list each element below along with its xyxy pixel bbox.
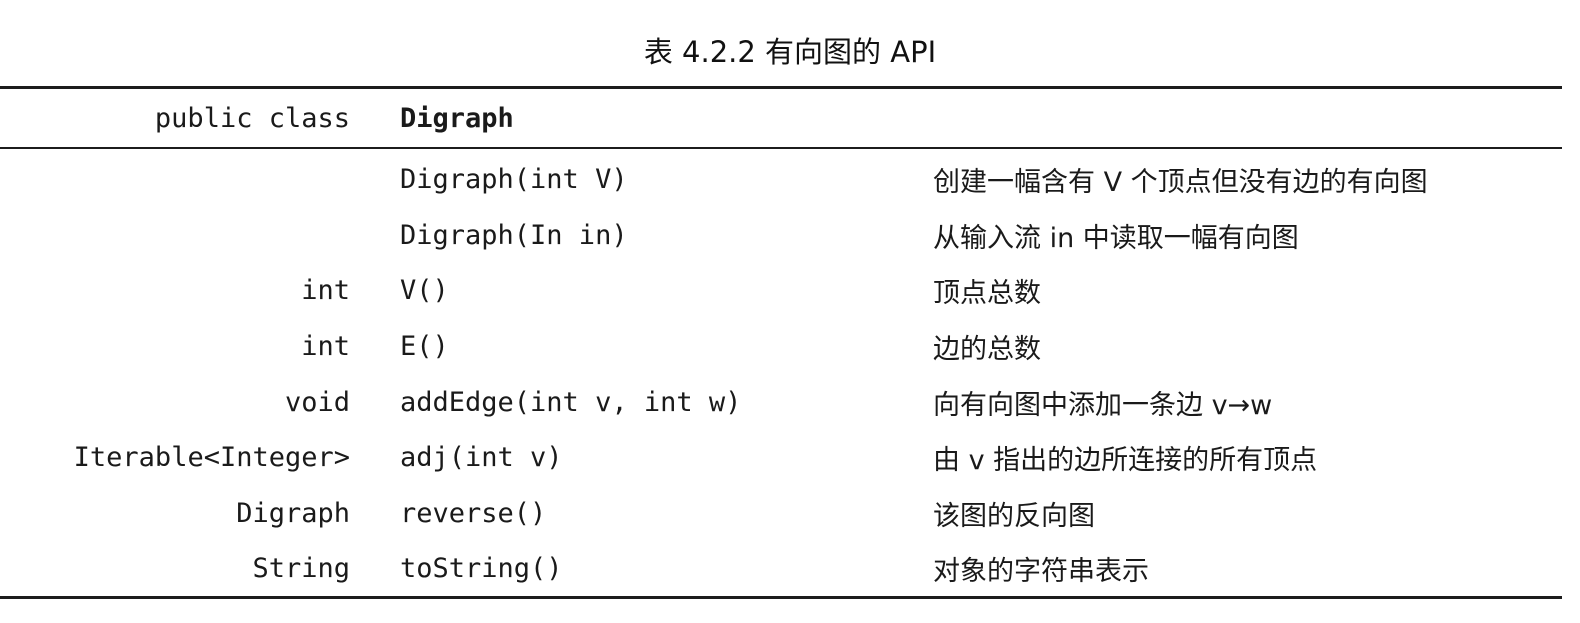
table-row: String toString() 对象的字符串表示	[0, 541, 1562, 597]
return-type	[0, 208, 350, 264]
method-description: 该图的反向图	[933, 500, 1095, 532]
table-row: Digraph(int V) 创建一幅含有 V 个顶点但没有边的有向图	[0, 152, 1562, 208]
method-description: 边的总数	[933, 334, 1041, 366]
method-signature: reverse()	[400, 497, 547, 529]
method-description: 创建一幅含有 V 个顶点但没有边的有向图	[933, 167, 1428, 199]
header-divider	[0, 147, 1562, 149]
class-name: Digraph	[400, 102, 514, 134]
method-signature: Digraph(int V)	[400, 164, 628, 196]
method-signature: V()	[400, 275, 449, 307]
return-type: Iterable<Integer>	[73, 442, 350, 474]
method-signature: addEdge(int v, int w)	[400, 386, 742, 418]
method-description: 顶点总数	[933, 278, 1041, 310]
api-header-row: public class Digraph	[0, 92, 1562, 144]
table-row: void addEdge(int v, int w) 向有向图中添加一条边 v→…	[0, 374, 1562, 430]
method-description: 从输入流 in 中读取一幅有向图	[933, 222, 1299, 254]
method-description: 对象的字符串表示	[933, 556, 1149, 588]
method-description: 由 v 指出的边所连接的所有顶点	[933, 445, 1318, 477]
table-row: Digraph reverse() 该图的反向图	[0, 486, 1562, 542]
table-top-rule	[0, 86, 1562, 89]
return-type	[0, 152, 350, 208]
return-type: int	[301, 275, 350, 307]
class-keyword: public class	[154, 102, 350, 134]
table-row: Digraph(In in) 从输入流 in 中读取一幅有向图	[0, 208, 1562, 264]
table-row: Iterable<Integer> adj(int v) 由 v 指出的边所连接…	[0, 430, 1562, 486]
table-row: int V() 顶点总数	[0, 263, 1562, 319]
table-caption: 表 4.2.2 有向图的 API	[643, 35, 937, 69]
table-bottom-rule	[0, 596, 1562, 599]
method-signature: toString()	[400, 553, 563, 585]
api-method-table: Digraph(int V) 创建一幅含有 V 个顶点但没有边的有向图 Digr…	[0, 152, 1562, 597]
table-row: int E() 边的总数	[0, 319, 1562, 375]
return-type: String	[252, 553, 350, 585]
return-type: int	[301, 331, 350, 363]
method-signature: adj(int v)	[400, 442, 563, 474]
method-signature: E()	[400, 331, 449, 363]
method-signature: Digraph(In in)	[400, 219, 628, 251]
method-description: 向有向图中添加一条边 v→w	[933, 389, 1273, 421]
return-type: void	[284, 386, 350, 418]
return-type: Digraph	[236, 497, 350, 529]
